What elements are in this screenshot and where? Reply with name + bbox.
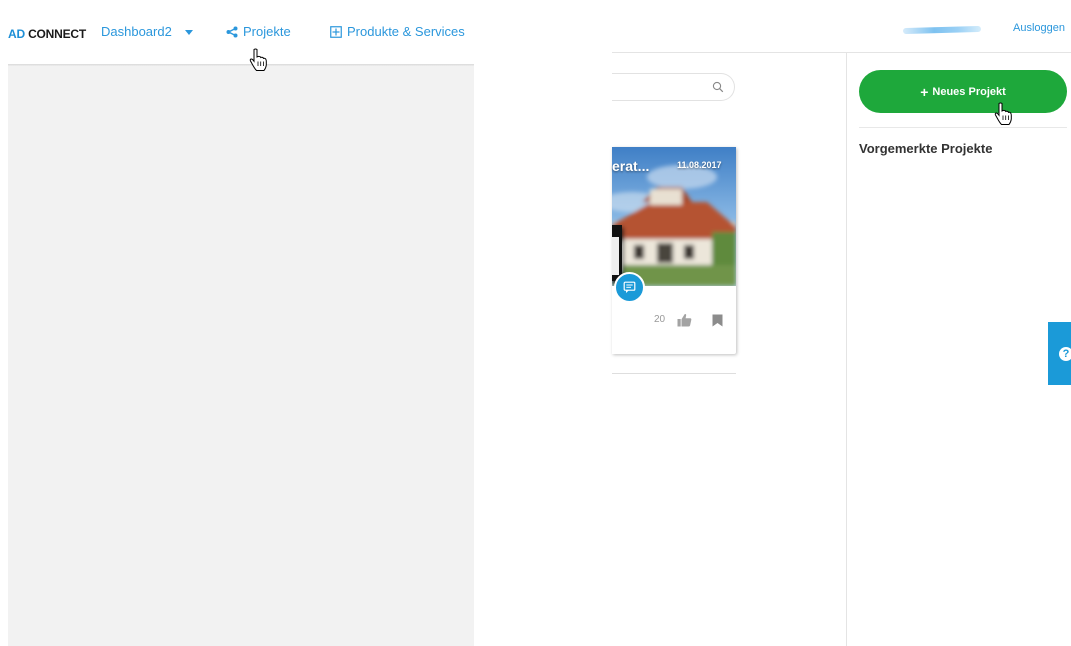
logout-link[interactable]: Ausloggen: [1013, 22, 1065, 34]
new-project-button[interactable]: + Neues Projekt: [859, 70, 1067, 113]
top-navigation: AD CONNECT Dashboard2 Projekte Produkte …: [0, 0, 1071, 66]
panel-shadow: [8, 64, 474, 66]
project-card[interactable]: erat... 11.08.2017 20: [612, 147, 736, 354]
brand-logo[interactable]: AD CONNECT: [8, 27, 86, 41]
thumbs-up-icon[interactable]: [677, 313, 692, 327]
nav-projekte-label: Projekte: [243, 24, 291, 39]
like-count: 20: [654, 314, 666, 325]
overlay-panel: [8, 66, 474, 646]
nav-dashboard-label: Dashboard2: [101, 24, 172, 39]
new-project-label: Neues Projekt: [932, 85, 1006, 98]
grid-plus-icon: [330, 25, 342, 38]
project-card-date: 11.08.2017: [677, 160, 722, 170]
nav-produkte-services[interactable]: Produkte & Services: [330, 24, 465, 39]
comment-icon: [623, 281, 636, 293]
nav-dashboard-dropdown[interactable]: Dashboard2: [101, 24, 193, 39]
nav-produkte-label: Produkte & Services: [347, 24, 465, 39]
comment-button[interactable]: [614, 272, 645, 303]
saved-projects-heading: Vorgemerkte Projekte: [859, 141, 993, 156]
share-icon: [226, 26, 238, 37]
brand-logo-suffix: CONNECT: [24, 27, 87, 41]
nav-projekte[interactable]: Projekte: [226, 24, 291, 39]
search-icon[interactable]: [712, 81, 724, 93]
sidebar-divider: [859, 127, 1067, 128]
project-card-title[interactable]: erat...: [612, 158, 649, 174]
brand-logo-prefix: AD: [8, 27, 25, 41]
header-divider: [612, 52, 1071, 53]
sidebar-border: [846, 53, 847, 646]
project-search: [612, 73, 735, 101]
plus-icon: +: [920, 83, 929, 100]
help-button[interactable]: ?: [1048, 322, 1071, 385]
user-name-redacted: [902, 25, 982, 35]
bookmark-icon[interactable]: [712, 314, 723, 327]
search-input[interactable]: [616, 75, 710, 101]
content-divider: [612, 373, 736, 374]
help-icon: ?: [1059, 346, 1071, 361]
chevron-down-icon: [184, 29, 193, 35]
